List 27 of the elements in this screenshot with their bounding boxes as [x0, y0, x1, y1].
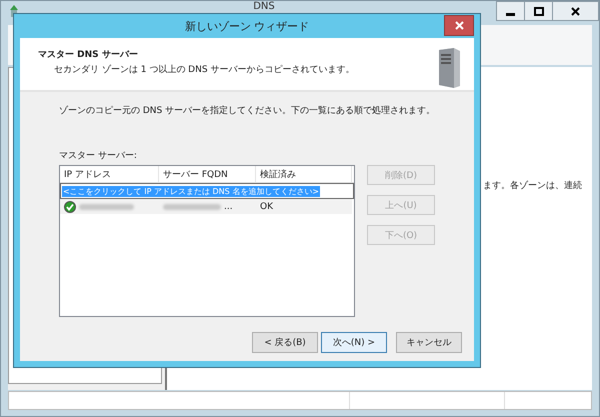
dialog-title: 新しいゾーン ウィザード — [184, 18, 310, 34]
close-button[interactable] — [552, 1, 599, 21]
window-title: DNS — [253, 1, 275, 12]
close-icon — [454, 21, 464, 30]
column-header[interactable]: サーバー FQDN — [159, 166, 256, 182]
instruction-text: ゾーンのコピー元の DNS サーバーを指定してください。下の一覧にある順で処理されます。 — [59, 104, 436, 117]
maximize-icon — [534, 6, 544, 16]
redacted-text — [79, 204, 134, 210]
server-row[interactable]: ... OK — [60, 199, 352, 214]
ellipsis-text: ... — [224, 202, 233, 212]
back-button[interactable]: < 戻る(B) — [252, 332, 318, 353]
close-icon — [571, 6, 580, 16]
description-text: ます。各ゾーンは、連続 — [483, 181, 582, 191]
server-icon — [436, 48, 462, 91]
table-cell: OK — [260, 202, 273, 212]
header-title: マスター DNS サーバー — [38, 49, 139, 61]
next-button[interactable]: 次へ(N) > — [321, 332, 387, 353]
minimize-button[interactable] — [496, 1, 525, 21]
column-header[interactable]: 検証済み — [256, 166, 352, 182]
header-subtitle: セカンダリ ゾーンは 1 つ以上の DNS サーバーからコピーされています。 — [54, 64, 354, 76]
maximize-button[interactable] — [524, 1, 553, 21]
cancel-button[interactable]: キャンセル — [396, 332, 462, 353]
list-label: マスター サーバー: — [59, 150, 138, 162]
minimize-icon — [506, 12, 515, 16]
column-header[interactable]: IP アドレス — [60, 166, 159, 182]
close-button[interactable] — [444, 15, 474, 36]
redacted-text — [163, 204, 221, 210]
